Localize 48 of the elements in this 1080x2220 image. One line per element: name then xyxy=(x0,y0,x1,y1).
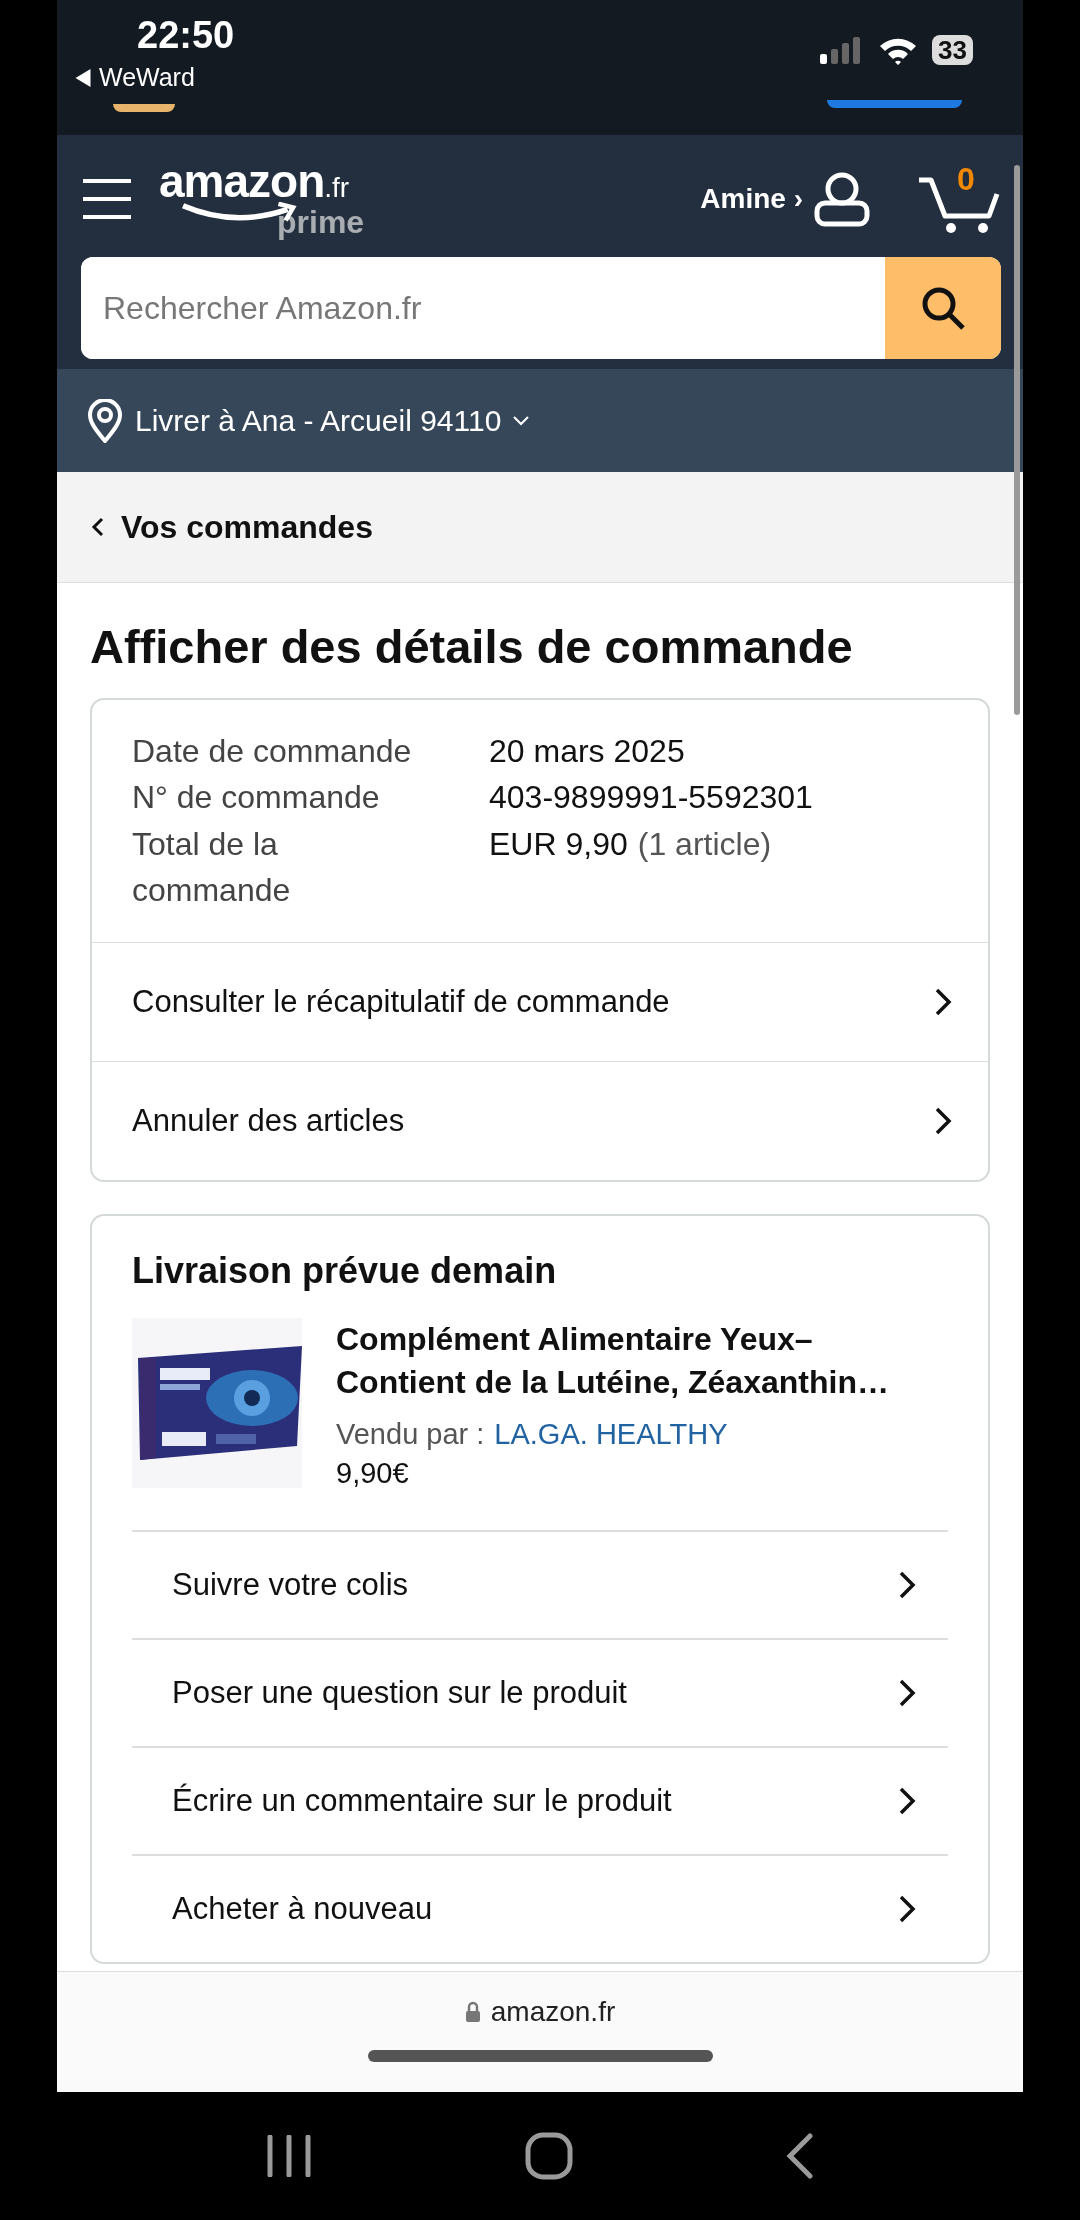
chevron-right-icon xyxy=(898,1569,916,1600)
delivery-location-bar[interactable]: Livrer à Ana - Arcueil 94110 xyxy=(57,369,1023,472)
status-time: 22:50 xyxy=(137,14,235,57)
location-text: Livrer à Ana - Arcueil 94110 xyxy=(135,403,502,438)
cart-button[interactable]: 0 xyxy=(917,162,1001,236)
search-field[interactable]: Rechercher Amazon.fr xyxy=(81,257,1001,359)
order-info-value: EUR 9,90 xyxy=(489,824,628,864)
order-info-value: 20 mars 2025 xyxy=(489,732,685,771)
order-info-label: Date de commande xyxy=(132,732,413,771)
amazon-logo[interactable]: amazon.fr prime xyxy=(159,154,389,244)
chevron-right-icon xyxy=(898,1785,916,1816)
seller-link[interactable]: LA.GA. HEALTHY xyxy=(494,1417,728,1451)
order-info-label: Total de la commande xyxy=(132,824,292,911)
app-banner-edge xyxy=(113,104,175,112)
chevron-right-icon xyxy=(898,1677,916,1708)
order-info-label: N° de commande xyxy=(132,778,381,818)
user-icon[interactable] xyxy=(813,171,871,227)
item-count: (1 article) xyxy=(637,824,772,864)
shipment-action-row[interactable]: Acheter à nouveau xyxy=(132,1855,948,1962)
order-action-row[interactable]: Consulter le récapitulatif de commande xyxy=(92,942,988,1062)
recent-apps-icon[interactable] xyxy=(266,2135,313,2177)
sold-by-label: Vendu par : xyxy=(336,1417,485,1451)
page-title: Afficher des détails de commande xyxy=(89,619,854,675)
chevron-right-icon xyxy=(934,986,952,1017)
home-icon[interactable] xyxy=(525,2132,573,2180)
account-link[interactable]: Amine › xyxy=(700,183,803,215)
product-price: 9,90€ xyxy=(336,1456,410,1490)
order-action-row[interactable]: Annuler des articles xyxy=(92,1061,988,1180)
chevron-down-icon xyxy=(513,415,530,426)
shipment-action-row[interactable]: Suivre votre colis xyxy=(132,1531,948,1640)
chevron-right-icon xyxy=(898,1893,916,1924)
chevron-right-icon xyxy=(934,1105,952,1136)
lock-icon xyxy=(464,2001,481,2023)
shipment-action-row[interactable]: Écrire un commentaire sur le produit xyxy=(132,1747,948,1856)
address-field[interactable]: amazon.fr xyxy=(464,1996,616,2028)
shipment-heading: Livraison prévue demain xyxy=(132,1248,558,1293)
menu-icon[interactable] xyxy=(81,177,133,221)
product-title-link[interactable]: Complément Alimentaire Yeux– Contient de la Lutéine, Zéaxanthin… xyxy=(336,1317,948,1404)
battery-indicator: 33 xyxy=(932,35,973,65)
order-info-value: 403-9899991-5592301 xyxy=(489,778,813,818)
chevron-left-icon xyxy=(91,517,105,537)
search-button[interactable] xyxy=(885,257,1001,359)
back-icon[interactable] xyxy=(785,2133,814,2179)
back-to-app-link[interactable]: WeWard xyxy=(75,63,195,92)
back-triangle-icon xyxy=(75,68,91,87)
location-pin-icon xyxy=(87,398,123,443)
back-to-orders-link[interactable]: Vos commandes xyxy=(57,472,1023,583)
shipment-action-row[interactable]: Poser une question sur le produit xyxy=(132,1639,948,1748)
